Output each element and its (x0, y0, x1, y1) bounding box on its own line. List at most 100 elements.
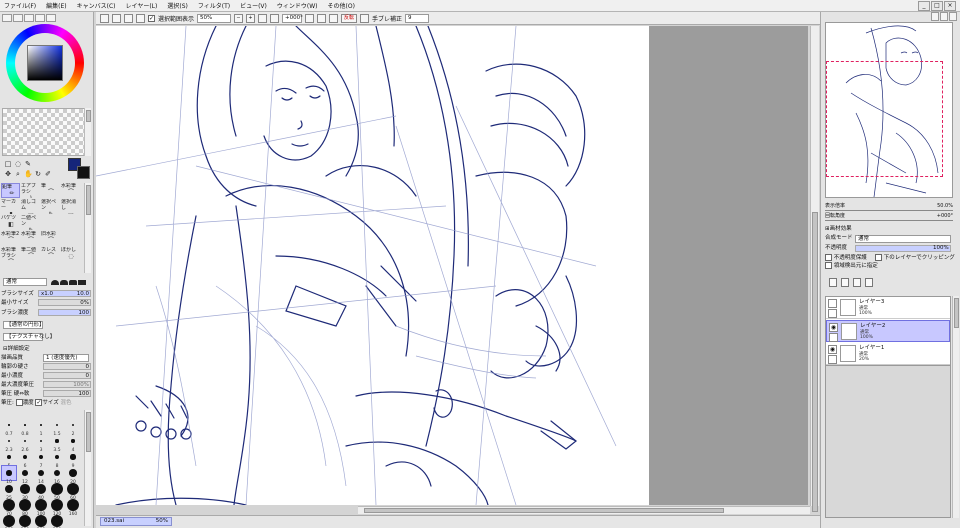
zoom-out-button[interactable]: − (234, 13, 244, 23)
brush-size-preset[interactable]: 0.7 (2, 418, 16, 437)
brush-size-preset[interactable]: 3.5 (50, 434, 64, 453)
brush-size-preset[interactable]: 16 (50, 466, 64, 485)
tool-brush2[interactable]: 水彩筆ブラシ⌒ (1, 247, 20, 262)
brush-size-preset[interactable]: 20 (66, 466, 80, 485)
brush-size-preset[interactable]: 350 (50, 514, 64, 528)
brush-shape-select[interactable]: 【通常の円形】 (1, 321, 91, 329)
tool-brush-binary[interactable]: 筆二値 ⌒ (21, 247, 40, 262)
tool-blur[interactable]: ぼかし ◌ (61, 247, 80, 262)
menu-edit[interactable]: 編集(E) (46, 1, 66, 10)
new-layer-icon[interactable] (829, 278, 837, 287)
brush-size-preset[interactable]: 12 (18, 466, 32, 485)
selection-source-checkbox[interactable]: ✓ (148, 14, 155, 22)
tool-watercolor[interactable]: 水彩筆 ⌒ (61, 183, 80, 198)
layer-row[interactable]: ◉ レイヤー1 通常 20% (826, 343, 950, 365)
secondary-color[interactable] (77, 166, 90, 179)
menu-selection[interactable]: 選択(S) (167, 1, 188, 10)
canvas-vertical-scrollbar[interactable] (810, 26, 819, 512)
nav-angle-slider[interactable]: 回転角度 +000° (825, 213, 953, 223)
tool-scrollbar[interactable] (84, 183, 91, 273)
rect-select-icon[interactable]: □ (4, 160, 12, 168)
swatch-mode-button[interactable] (35, 14, 45, 22)
brush-size-row[interactable]: ブラシサイズ x1.0 10.0 (1, 290, 91, 298)
brush-size-preset[interactable]: 300 (34, 514, 48, 528)
brush-size-preset[interactable]: 30 (18, 482, 32, 501)
brush-size-preset[interactable]: 7 (34, 450, 48, 469)
navigator-preview[interactable] (825, 22, 953, 198)
tool-eraser[interactable]: 消しゴム▭ (21, 199, 40, 214)
advanced-settings-toggle[interactable]: ⊟詳細設定 (1, 345, 91, 353)
brush-size-preset[interactable]: 25 (2, 482, 16, 501)
brush-size-preset[interactable]: 80 (18, 498, 32, 517)
brush-size-preset[interactable]: 250 (18, 514, 32, 528)
visibility-eye-icon[interactable]: ◉ (828, 345, 837, 354)
brush-size-scrollbar[interactable] (84, 410, 91, 526)
menu-other[interactable]: その他(O) (328, 1, 355, 10)
brush-size-preset[interactable]: 2.6 (18, 434, 32, 453)
color-wheel-mode-button[interactable] (2, 14, 12, 22)
clear-button[interactable] (136, 13, 145, 23)
restore-button[interactable]: □ (931, 1, 943, 11)
brush-size-preset[interactable]: 14 (34, 466, 48, 485)
brush-size-preset[interactable]: 5 (2, 450, 16, 469)
eyedropper-icon[interactable]: ✐ (44, 170, 52, 178)
tool-airbrush[interactable]: エアブラシ⌇ (21, 183, 40, 198)
brush-size-preset[interactable]: 2 (66, 418, 80, 437)
minimize-button[interactable]: _ (918, 1, 930, 11)
brush-size-preset[interactable]: 100 (34, 498, 48, 517)
clipping-option[interactable]: 下のレイヤーでクリッピング (875, 254, 955, 262)
lasso-icon[interactable]: ◌ (14, 160, 22, 168)
visibility-eye-icon[interactable] (828, 299, 837, 308)
hsv-slider-mode-button[interactable] (24, 14, 34, 22)
tool-cares[interactable]: カレス ⌒ (41, 247, 60, 262)
menu-window[interactable]: ウィンドウ(W) (277, 1, 318, 10)
deselect-button[interactable] (100, 13, 109, 23)
rotate-left-button[interactable] (305, 13, 315, 23)
new-folder-icon[interactable] (841, 278, 849, 287)
tool-select-erase[interactable]: 選択消し▭ (61, 199, 80, 214)
preserve-opacity-option[interactable]: 不透明度保護 (825, 254, 867, 262)
max-density-pressure-row[interactable]: 最大濃度筆圧 100% (1, 381, 91, 389)
brush-size-preset[interactable]: 160 (66, 498, 80, 517)
rotation-field[interactable]: +000° (282, 13, 303, 23)
brush-size-preset[interactable]: 9 (66, 450, 80, 469)
zoom-field[interactable]: 50% (197, 13, 232, 23)
pressure-density-checkbox[interactable] (15, 399, 23, 406)
swatch-scrollbar[interactable] (84, 108, 91, 156)
rotate-right-button[interactable] (317, 13, 327, 23)
brush-size-preset[interactable]: 10 (1, 465, 17, 485)
rgb-slider-mode-button[interactable] (13, 14, 23, 22)
zoom-reset-button[interactable] (258, 13, 268, 23)
tool-brush[interactable]: 筆 ⌒ (41, 183, 60, 198)
blend-mode-select[interactable]: 通常 (855, 235, 951, 243)
layer-lock-icon[interactable] (829, 333, 838, 342)
min-size-row[interactable]: 最小サイズ 0% (1, 299, 91, 307)
brush-size-preset[interactable]: 1 (34, 418, 48, 437)
brush-size-preset[interactable]: 50 (50, 482, 64, 501)
tool-pencil[interactable]: 鉛筆 ✏ (1, 183, 20, 198)
nav-reset-button[interactable] (949, 12, 957, 21)
nav-zoom-out-button[interactable] (940, 12, 948, 21)
rotate-icon[interactable]: ↻ (34, 170, 42, 178)
rotate-reset-button[interactable] (329, 13, 339, 23)
effect-section[interactable]: ⊞画材効果 (825, 225, 852, 233)
brush-size-preset[interactable]: 1.5 (50, 418, 64, 437)
tool-old-watercolor[interactable]: 旧水彩 ⌒ (41, 231, 60, 246)
tool-watercolor2[interactable]: 水彩筆2 ⌒ (1, 231, 20, 246)
drawing-canvas[interactable] (96, 26, 649, 505)
brush-size-preset[interactable]: 2.3 (2, 434, 16, 453)
scratch-pad-mode-button[interactable] (46, 14, 56, 22)
tool-binary-pen[interactable]: 二値ペン✎ (21, 215, 40, 230)
saturation-value-square[interactable] (27, 45, 63, 81)
flip-button[interactable]: 反転 (341, 13, 358, 23)
brush-shape-buttons[interactable] (51, 279, 87, 287)
canvas-area[interactable] (96, 26, 808, 505)
brush-density-row[interactable]: ブラシ濃度 100 (1, 309, 91, 317)
zoom-fit-button[interactable] (270, 13, 280, 23)
layer-lock-icon[interactable] (828, 309, 837, 318)
brush-size-preset[interactable]: 120 (50, 498, 64, 517)
layer-row[interactable]: ◉ レイヤー2 通常 100% (826, 320, 950, 342)
menu-file[interactable]: ファイル(F) (4, 1, 36, 10)
hand-icon[interactable]: ✋ (24, 170, 33, 178)
tool-watercolor3[interactable]: 水彩筆 ⌒ (21, 231, 40, 246)
